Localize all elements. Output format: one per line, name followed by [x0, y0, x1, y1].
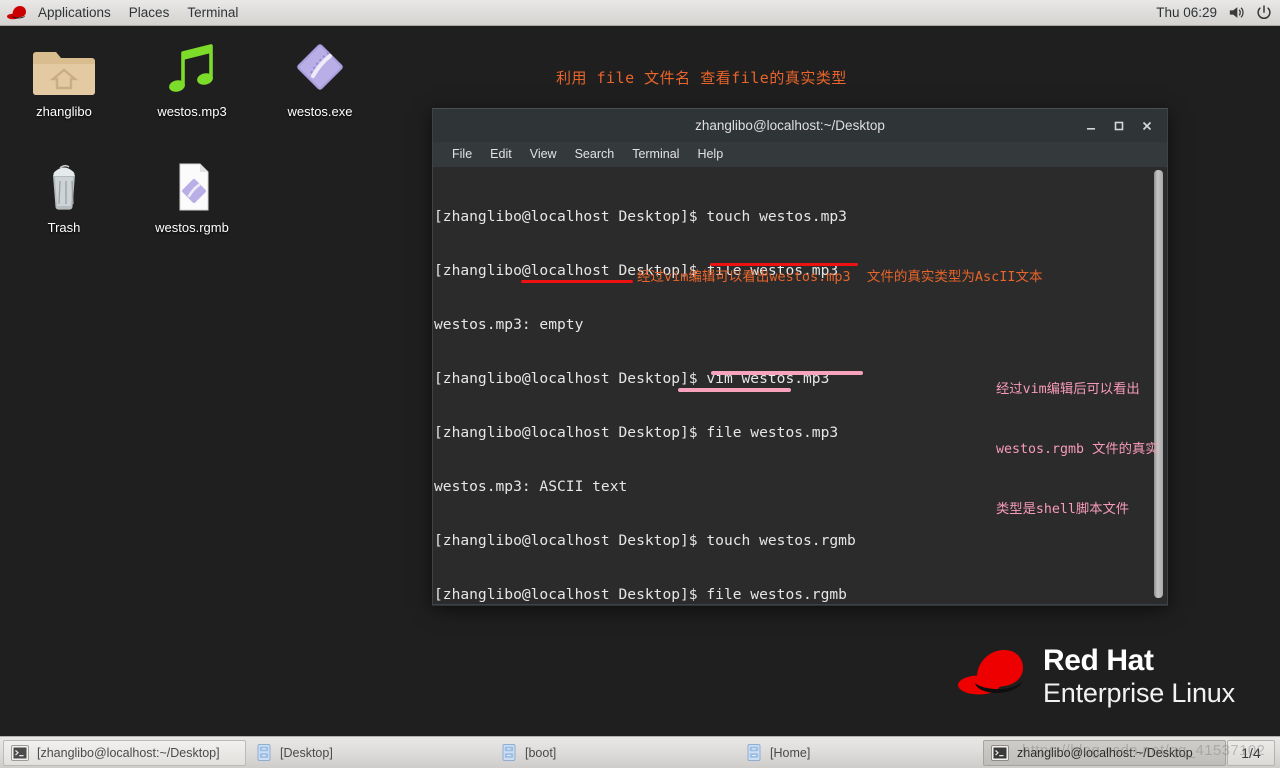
- taskbar-item-home[interactable]: [Home]: [738, 740, 981, 766]
- desktop-icon-trash[interactable]: Trash: [9, 152, 119, 235]
- annotation-title: 利用 file 文件名 查看file的真实类型: [556, 69, 847, 87]
- taskbar-item-label: [Desktop]: [280, 745, 333, 760]
- clock[interactable]: Thu 06:29: [1156, 5, 1217, 20]
- annotation-inline-note: 经过vim编辑可以看出westos.mp3 文件的真实类型为AscII文本: [637, 269, 1043, 285]
- menu-view[interactable]: View: [521, 142, 566, 167]
- desktop-icon-westos-exe[interactable]: westos.exe: [265, 36, 375, 119]
- home-folder-icon: [9, 36, 119, 98]
- file-manager-icon: [746, 744, 762, 761]
- terminal-line: [zhanglibo@localhost Desktop]$ vim westo…: [434, 370, 830, 387]
- terminal-line: westos.mp3: ASCII text: [434, 478, 628, 495]
- taskbar-item-label: [boot]: [525, 745, 557, 760]
- terminal-menubar: File Edit View Search Terminal Help: [432, 142, 1168, 167]
- desktop-icon-zhanglibo[interactable]: zhanglibo: [9, 36, 119, 119]
- workspace-indicator-label: 1/4: [1241, 744, 1261, 761]
- desktop-icon-label: westos.exe: [287, 104, 353, 119]
- terminal-line: [zhanglibo@localhost Desktop]$ touch wes…: [434, 208, 847, 225]
- desktop-icon-westos-mp3[interactable]: westos.mp3: [137, 36, 247, 119]
- menu-file[interactable]: File: [443, 142, 481, 167]
- brand-line-1: Red Hat: [1043, 644, 1154, 677]
- desktop-icon-westos-rgmb[interactable]: westos.rgmb: [137, 152, 247, 235]
- annotation-side-note: 经过vim编辑后可以看出 westos.rgmb 文件的真实 类型是shell脚…: [996, 340, 1159, 560]
- top-panel: Applications Places Terminal Thu 06:29: [0, 0, 1280, 26]
- applications-menu[interactable]: Applications: [29, 0, 120, 26]
- taskbar-item-boot[interactable]: [boot]: [493, 740, 736, 766]
- terminal-line: [zhanglibo@localhost Desktop]$ touch wes…: [434, 532, 856, 549]
- desktop-icon-label: zhanglibo: [36, 104, 92, 119]
- annotation-side-note-line: westos.rgmb 文件的真实: [996, 442, 1159, 457]
- terminal-menu-label: Terminal: [187, 4, 239, 20]
- terminal-titlebar[interactable]: zhanglibo@localhost:~/Desktop: [432, 108, 1168, 142]
- menu-terminal[interactable]: Terminal: [623, 142, 688, 167]
- menu-file-label: File: [452, 147, 473, 161]
- redhat-enterprise-linux-branding: Red Hat Enterprise Linux: [955, 646, 1235, 707]
- redhat-fedora-icon[interactable]: [6, 4, 28, 22]
- desktop-icon-label: Trash: [47, 220, 81, 235]
- applications-menu-label: Applications: [38, 4, 111, 20]
- file-manager-icon: [501, 744, 517, 761]
- places-menu-label: Places: [128, 4, 170, 20]
- close-button[interactable]: [1133, 113, 1161, 139]
- taskbar-item-label: zhanglibo@localhost:~/Desktop: [1017, 745, 1193, 760]
- menu-help-label: Help: [697, 147, 724, 161]
- maximize-button[interactable]: [1105, 113, 1133, 139]
- workspace-switcher[interactable]: 1/4: [1227, 739, 1275, 766]
- taskbar: [zhanglibo@localhost:~/Desktop] [Desktop…: [0, 736, 1280, 768]
- document-file-icon: [137, 152, 247, 214]
- taskbar-item-label: [zhanglibo@localhost:~/Desktop]: [37, 745, 220, 760]
- terminal-line: [zhanglibo@localhost Desktop]$ file west…: [434, 424, 839, 441]
- redhat-fedora-logo: [955, 647, 1029, 706]
- trash-can-icon: [9, 152, 119, 214]
- desktop-screen: Applications Places Terminal Thu 06:29 z…: [0, 0, 1280, 768]
- minimize-button[interactable]: [1077, 113, 1105, 139]
- annotation-side-note-line: 经过vim编辑后可以看出: [996, 382, 1140, 397]
- underline-ascii-text: [521, 280, 633, 283]
- menu-edit[interactable]: Edit: [481, 142, 521, 167]
- top-panel-status-area: Thu 06:29: [1156, 4, 1280, 21]
- music-note-icon: [137, 36, 247, 98]
- volume-icon[interactable]: [1228, 5, 1245, 20]
- desktop-icon-label: westos.mp3: [157, 104, 227, 119]
- terminal-icon: [11, 744, 29, 761]
- menu-search-label: Search: [574, 147, 615, 161]
- brand-text: Red Hat Enterprise Linux: [1043, 646, 1235, 707]
- file-manager-icon: [256, 744, 272, 761]
- taskbar-item-desktop[interactable]: [Desktop]: [248, 740, 491, 766]
- menu-search[interactable]: Search: [566, 142, 624, 167]
- terminal-icon: [991, 744, 1009, 761]
- terminal-window-title: zhanglibo@localhost:~/Desktop: [695, 118, 885, 133]
- underline-file-westos-rgmb: [711, 371, 863, 375]
- terminal-line: [zhanglibo@localhost Desktop]$ file west…: [434, 586, 847, 603]
- brand-line-2: Enterprise Linux: [1043, 678, 1235, 708]
- menu-help[interactable]: Help: [688, 142, 732, 167]
- menu-terminal-label: Terminal: [632, 147, 680, 161]
- places-menu[interactable]: Places: [120, 0, 179, 26]
- annotation-side-note-line: 类型是shell脚本文件: [996, 502, 1130, 517]
- underline-shell-script: [678, 388, 791, 392]
- menu-view-label: View: [529, 147, 557, 161]
- executable-diamond-icon: [265, 36, 375, 98]
- desktop-icon-label: westos.rgmb: [155, 220, 229, 235]
- taskbar-item-terminal-desktop[interactable]: [zhanglibo@localhost:~/Desktop]: [3, 739, 246, 766]
- menu-edit-label: Edit: [490, 147, 512, 161]
- taskbar-item-active-terminal[interactable]: zhanglibo@localhost:~/Desktop: [983, 739, 1226, 766]
- terminal-menu[interactable]: Terminal: [178, 0, 247, 26]
- taskbar-item-label: [Home]: [770, 745, 811, 760]
- terminal-line: westos.mp3: empty: [434, 316, 584, 333]
- power-icon[interactable]: [1256, 4, 1272, 21]
